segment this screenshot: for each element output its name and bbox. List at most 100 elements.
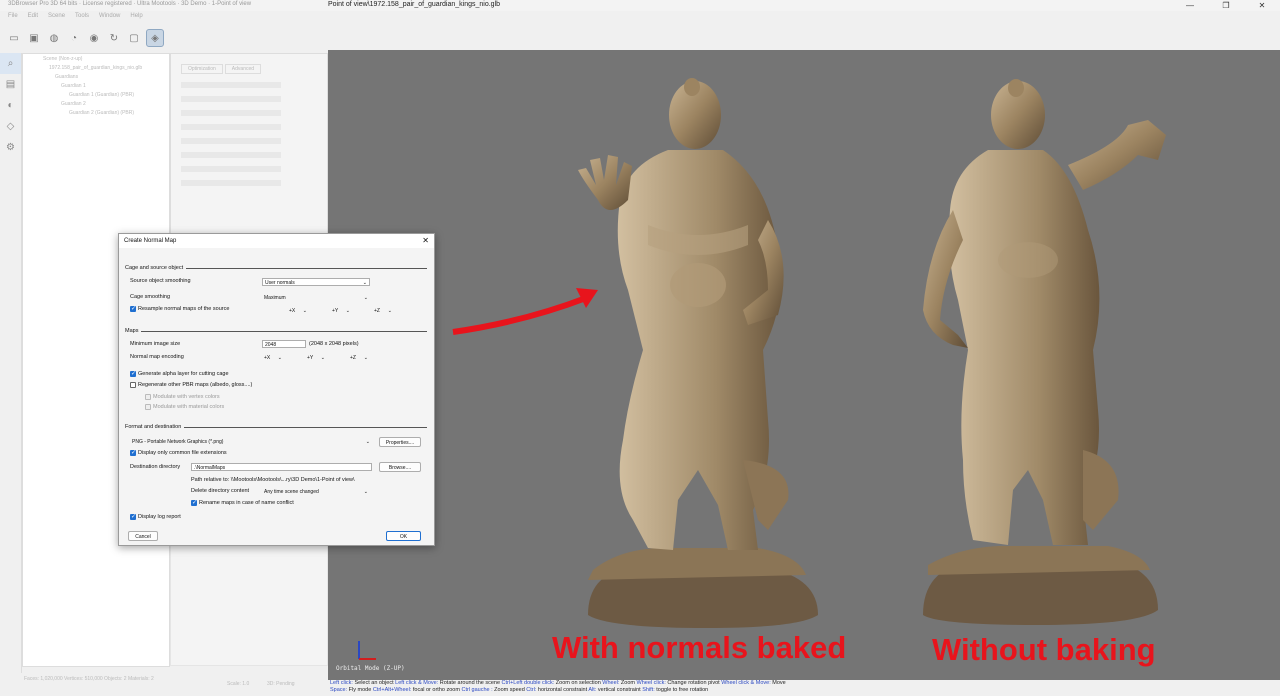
- tree-item[interactable]: 1972.158_pair_of_guardian_kings_nio.glb: [23, 64, 169, 72]
- hint-key: Ctrl+Left double click:: [501, 680, 555, 686]
- encoding-z-select[interactable]: +Z ⌄: [348, 354, 370, 362]
- tab-optimization[interactable]: Optimization: [181, 64, 223, 74]
- min-size-note: (2048 x 2048 pixels): [309, 341, 359, 347]
- menu-bar: File Edit Scene Tools Window Help: [0, 13, 143, 23]
- 3d-viewport[interactable]: Orbital Mode (Z-UP) With normals baked W…: [328, 50, 1280, 680]
- tree-item[interactable]: Guardians: [23, 73, 169, 81]
- hint-action: Zoom: [619, 680, 637, 686]
- materials-icon[interactable]: ◐: [0, 95, 21, 116]
- cancel-button[interactable]: Cancel: [128, 531, 158, 541]
- title-bar: 3DBrowser Pro 3D 64 bits · License regis…: [0, 0, 1280, 11]
- layers-icon[interactable]: ▤: [0, 74, 21, 95]
- create-normal-map-dialog: Create Normal Map ✕ Cage and source obje…: [118, 233, 435, 546]
- property-row: [181, 138, 281, 144]
- caption-without-baking: Without baking: [932, 632, 1156, 667]
- open-file-icon[interactable]: ▣: [26, 30, 42, 46]
- menu-file[interactable]: File: [8, 13, 18, 23]
- export-icon[interactable]: ◔: [66, 30, 82, 46]
- hint-key: Left click & Move:: [395, 680, 439, 686]
- property-row: [181, 82, 281, 88]
- maximize-button[interactable]: ❐: [1208, 0, 1244, 11]
- statue-without-baking: [923, 79, 1166, 625]
- resample-x-value: +X: [289, 308, 296, 314]
- common-ext-label: Display only common file extensions: [138, 450, 227, 456]
- hint-action: Zoom speed: [492, 687, 527, 693]
- log-report-label: Display log report: [138, 514, 181, 520]
- material-colors-checkbox[interactable]: [145, 404, 151, 410]
- tree-item[interactable]: Guardian 2: [23, 100, 169, 108]
- tree-item[interactable]: Guardian 2 (Guardian) (PBR): [23, 109, 169, 117]
- ok-button[interactable]: OK: [386, 531, 421, 541]
- tree-item[interactable]: Scene (Non-z-up): [23, 55, 169, 63]
- vertex-colors-label: Modulate with vertex colors: [153, 394, 220, 400]
- encoding-y-value: +Y: [307, 355, 314, 361]
- min-size-input[interactable]: 2048: [262, 340, 306, 348]
- menu-tools[interactable]: Tools: [75, 13, 89, 23]
- regen-pbr-checkbox[interactable]: [130, 382, 136, 388]
- menu-help[interactable]: Help: [130, 13, 142, 23]
- rename-checkbox[interactable]: [191, 499, 197, 506]
- hint-action: Fly mode: [347, 687, 373, 693]
- section-maps: Maps: [125, 328, 427, 334]
- hint-key: Ctrl:: [526, 687, 537, 693]
- cage-smoothing-select[interactable]: Maximum ⌄: [262, 294, 370, 302]
- property-row: [181, 152, 281, 158]
- refresh-icon[interactable]: ↻: [106, 30, 122, 46]
- menu-edit[interactable]: Edit: [28, 13, 38, 23]
- tree-item[interactable]: Guardian 1 (Guardian) (PBR): [23, 91, 169, 99]
- menu-scene[interactable]: Scene: [48, 13, 65, 23]
- left-tool-strip: ⌕ ▤ ◐ ◇ ⚙: [0, 53, 22, 673]
- hint-action: Select an object: [352, 680, 396, 686]
- resample-y-select[interactable]: +Y ⌄: [330, 307, 352, 315]
- hint-action: Rotate around the scene: [438, 680, 502, 686]
- toolbar: ▭ ▣ ◍ ◔ ◉ ↻ ▢ ◈: [0, 26, 334, 50]
- source-smoothing-label: Source object smoothing: [130, 278, 191, 284]
- status-3d: 3D: Pending: [267, 681, 295, 687]
- orbital-mode-label: Orbital Mode (Z-UP): [336, 665, 405, 672]
- textures-icon[interactable]: ◇: [0, 116, 21, 137]
- search-icon[interactable]: ⌕: [0, 53, 21, 74]
- hint-action: focal or ortho zoom: [411, 687, 462, 693]
- common-ext-checkbox[interactable]: [130, 449, 136, 456]
- path-relative-text: Path relative to: \\Mootools\Mootools\..…: [191, 477, 355, 483]
- hint-action: vertical constraint: [596, 687, 643, 693]
- tree-item[interactable]: Guardian 1: [23, 82, 169, 90]
- minimize-button[interactable]: —: [1172, 0, 1208, 11]
- status-area: Faces: 1,020,000 Vertices: 510,000 Objec…: [22, 666, 328, 696]
- caption-with-normals: With normals baked: [552, 630, 847, 665]
- log-report-checkbox[interactable]: [130, 513, 136, 520]
- vertex-colors-checkbox[interactable]: [145, 394, 151, 400]
- browse-button[interactable]: Browse....: [379, 462, 421, 472]
- delete-content-label: Delete directory content: [191, 488, 250, 494]
- cage-smoothing-label: Cage smoothing: [130, 294, 171, 300]
- render-icon[interactable]: ◉: [86, 30, 102, 46]
- delete-content-select[interactable]: Any time scene changed ⌄: [262, 488, 370, 496]
- hint-key: Left click:: [330, 680, 353, 686]
- normal-map-tool-icon[interactable]: ◈: [146, 29, 164, 47]
- screen-icon[interactable]: ▢: [126, 30, 142, 46]
- menu-window[interactable]: Window: [99, 13, 120, 23]
- format-select[interactable]: PNG - Portable Network Graphics (*.png) ⌄: [130, 438, 372, 446]
- resample-checkbox[interactable]: [130, 305, 136, 312]
- close-window-button[interactable]: ✕: [1244, 0, 1280, 11]
- dest-dir-value: .\NormalMaps: [194, 465, 226, 471]
- app-title: 3DBrowser Pro 3D 64 bits · License regis…: [8, 1, 252, 7]
- source-smoothing-value: User normals: [265, 280, 295, 286]
- viewport-canvas: [358, 78, 1166, 660]
- resample-x-select[interactable]: +X ⌄: [287, 307, 309, 315]
- source-smoothing-select[interactable]: User normals ⌄: [262, 278, 370, 286]
- save-icon[interactable]: ◍: [46, 30, 62, 46]
- alpha-checkbox[interactable]: [130, 370, 136, 377]
- resample-z-select[interactable]: +Z ⌄: [372, 307, 394, 315]
- hint-action: Zoom on selection: [554, 680, 603, 686]
- close-icon[interactable]: ✕: [422, 236, 429, 245]
- encoding-x-select[interactable]: +X ⌄: [262, 354, 284, 362]
- dest-dir-input[interactable]: .\NormalMaps: [191, 463, 372, 471]
- hint-key: Ctrl gauche :: [461, 687, 493, 693]
- property-row: [181, 96, 281, 102]
- new-file-icon[interactable]: ▭: [6, 30, 22, 46]
- settings-icon[interactable]: ⚙: [0, 137, 21, 158]
- properties-button[interactable]: Properties....: [379, 437, 421, 447]
- encoding-y-select[interactable]: +Y ⌄: [305, 354, 327, 362]
- tab-advanced[interactable]: Advanced: [224, 64, 262, 74]
